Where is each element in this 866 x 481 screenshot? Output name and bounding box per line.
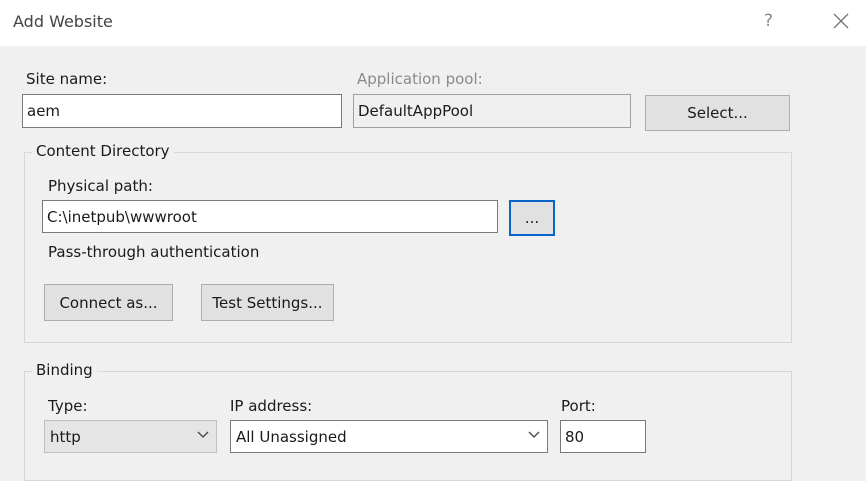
chevron-down-icon: [197, 431, 209, 438]
test-settings-button[interactable]: Test Settings...: [201, 284, 334, 321]
pass-through-authentication-label: Pass-through authentication: [48, 243, 260, 261]
title-bar: Add Website ?: [0, 0, 866, 46]
ip-address-label: IP address:: [230, 397, 313, 415]
window-title: Add Website: [13, 12, 113, 31]
chevron-down-icon: [528, 431, 540, 438]
ip-address-value: All Unassigned: [236, 427, 347, 446]
application-pool-label: Application pool:: [357, 70, 483, 88]
physical-path-input[interactable]: C:\inetpub\wwwroot: [42, 200, 498, 233]
port-input[interactable]: 80: [560, 420, 646, 453]
port-label: Port:: [561, 397, 596, 415]
type-label: Type:: [48, 397, 88, 415]
content-directory-title: Content Directory: [32, 142, 174, 160]
type-dropdown[interactable]: http: [44, 420, 217, 453]
site-name-label: Site name:: [26, 70, 108, 88]
ip-address-dropdown[interactable]: All Unassigned: [230, 420, 548, 453]
binding-title: Binding: [32, 361, 97, 379]
application-pool-field: DefaultAppPool: [353, 94, 631, 128]
connect-as-button[interactable]: Connect as...: [44, 284, 173, 321]
help-button[interactable]: ?: [764, 11, 773, 31]
physical-path-label: Physical path:: [48, 177, 153, 195]
select-app-pool-button[interactable]: Select...: [645, 95, 790, 131]
close-icon[interactable]: [830, 10, 852, 32]
browse-path-button[interactable]: ...: [509, 200, 555, 236]
site-name-input[interactable]: aem: [22, 94, 342, 128]
type-value: http: [50, 427, 81, 446]
